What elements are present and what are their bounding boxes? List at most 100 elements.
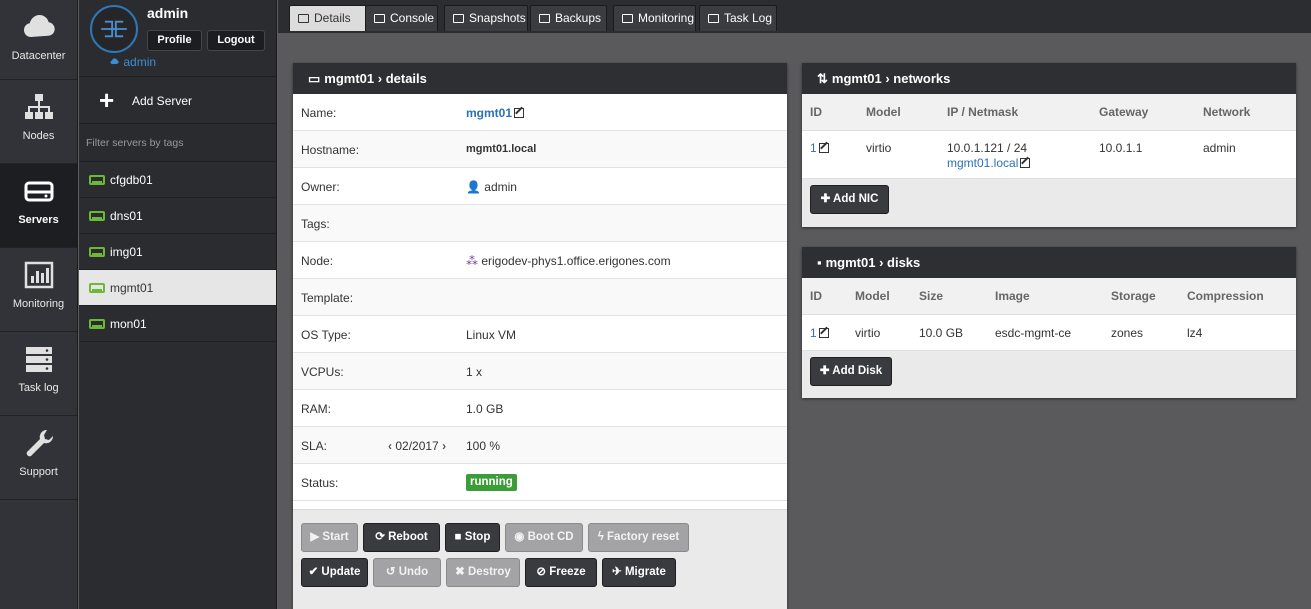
server-icon — [24, 181, 54, 202]
refresh-icon: ⟳ — [375, 531, 385, 543]
server-list-item[interactable]: mgmt01 — [79, 270, 276, 306]
tab-monitoring[interactable]: Monitoring — [613, 5, 696, 31]
tab-details[interactable]: Details — [289, 5, 367, 31]
disc-icon: ◉ — [514, 531, 525, 543]
detail-value: 1.0 GB — [466, 402, 504, 416]
server-list-item[interactable]: mon01 — [79, 306, 276, 342]
detail-row-sla: SLA: ‹ 02/2017 › 100 % — [293, 427, 787, 464]
close-icon: ✖ — [455, 566, 465, 578]
nodes-icon: ⁂ — [466, 254, 478, 268]
edit-icon[interactable] — [514, 108, 525, 118]
tab-task-log[interactable]: Task Log — [699, 5, 777, 31]
main-area: Details Console Snapshots Backups Monito… — [278, 0, 1311, 609]
nav-label: Datacenter — [11, 50, 66, 62]
column-header: Model — [855, 289, 890, 303]
datacenter-link[interactable]: admin — [109, 55, 156, 69]
freeze-button[interactable]: ⊘ Freeze — [525, 558, 597, 587]
nav-item-tasklog[interactable]: Task log — [0, 332, 77, 416]
destroy-button[interactable]: ✖ Destroy — [446, 558, 520, 587]
server-icon — [89, 211, 105, 221]
content-area: ▭ mgmt01 › details Name: mgmt01 Hostname:… — [278, 33, 1311, 609]
server-list-item[interactable]: dns01 — [79, 198, 276, 234]
server-icon: ▭ — [308, 71, 321, 86]
sla-period: 02/2017 — [395, 439, 439, 453]
tab-snapshots[interactable]: Snapshots — [444, 5, 528, 31]
user-profile: admin Profile Logout admin — [79, 0, 276, 77]
tab-label: Console — [390, 11, 435, 25]
ban-icon: ⊘ — [536, 566, 546, 578]
detail-row-node: Node: ⁂ erigodev-phys1.office.erigones.c… — [293, 242, 787, 279]
networks-table-header: ID Model IP / Netmask Gateway Network — [802, 94, 1296, 131]
server-list-item[interactable]: cfgdb01 — [79, 162, 276, 198]
disk-id-link[interactable]: 1 — [810, 326, 829, 340]
undo-icon: ↺ — [385, 566, 396, 578]
start-button[interactable]: ▶ Start — [301, 523, 358, 552]
undo-button[interactable]: ↺ Undo — [373, 558, 441, 587]
detail-value: mgmt01.local — [466, 143, 537, 155]
detail-key: Hostname: — [301, 143, 360, 157]
networks-header: ⇅ mgmt01 › networks — [802, 63, 1296, 94]
edit-icon[interactable] — [818, 143, 829, 153]
sla-period-nav: ‹ 02/2017 › — [388, 439, 446, 453]
tab-label: Details — [314, 11, 351, 25]
logout-button[interactable]: Logout — [207, 30, 265, 51]
disk-size: 10.0 GB — [919, 326, 964, 340]
button-label: Add Disk — [832, 365, 883, 377]
detail-row-tags: Tags: — [293, 205, 787, 242]
update-button[interactable]: ✔ Update — [301, 558, 368, 587]
migrate-button[interactable]: ✈ Migrate — [602, 558, 676, 587]
button-label: Stop — [464, 531, 491, 543]
detail-value: 1 x — [466, 365, 483, 379]
nav-item-nodes[interactable]: Nodes — [0, 80, 77, 164]
column-header: Image — [995, 289, 1030, 303]
column-header: Gateway — [1099, 105, 1149, 119]
disk-compression: lz4 — [1187, 326, 1203, 340]
add-server-button[interactable]: + Add Server — [79, 77, 276, 124]
nav-item-datacenter[interactable]: Datacenter — [0, 0, 77, 80]
button-label: Start — [322, 531, 349, 543]
column-header: Model — [866, 105, 901, 119]
networks-panel: ⇅ mgmt01 › networks ID Model IP / Netmask… — [802, 63, 1296, 227]
detail-row-template: Template: — [293, 279, 787, 316]
tab-label: Monitoring — [638, 11, 695, 25]
server-name: mon01 — [110, 317, 147, 331]
add-server-label: Add Server — [132, 94, 193, 108]
nav-label: Servers — [18, 214, 59, 226]
check-icon: ✔ — [308, 566, 319, 578]
nav-item-support[interactable]: Support — [0, 416, 77, 500]
detail-value-link[interactable]: mgmt01 — [466, 106, 525, 120]
reboot-button[interactable]: ⟳ Reboot — [363, 523, 440, 552]
edit-icon[interactable] — [818, 328, 829, 338]
server-list-item[interactable]: img01 — [79, 234, 276, 270]
column-header: IP / Netmask — [947, 105, 1019, 119]
filter-input[interactable] — [79, 124, 276, 162]
button-label: Add NIC — [833, 193, 879, 205]
nav-item-servers[interactable]: Servers — [0, 164, 77, 248]
disks-panel: ▪ mgmt01 › disks ID Model Size Image Stor… — [802, 247, 1296, 398]
avatar — [90, 5, 138, 53]
status-wrap: running — [466, 474, 517, 491]
cloud-icon — [24, 15, 55, 37]
tab-backups[interactable]: Backups — [530, 5, 607, 31]
details-header: ▭ mgmt01 › details — [293, 63, 787, 94]
boot-cd-button[interactable]: ◉ Boot CD — [505, 523, 583, 552]
add-nic-button[interactable]: ✚ Add NIC — [810, 185, 889, 214]
nav-item-monitoring[interactable]: Monitoring — [0, 248, 77, 332]
factory-reset-button[interactable]: ϟ Factory reset — [588, 523, 689, 552]
detail-row-owner: Owner: 👤 admin — [293, 168, 787, 205]
stop-icon: ■ — [454, 531, 462, 543]
tab-console[interactable]: Console — [365, 5, 438, 31]
nic-dns-link[interactable]: mgmt01.local — [947, 156, 1031, 170]
chevron-left-icon[interactable]: ‹ — [388, 439, 392, 453]
chevron-right-icon[interactable]: › — [442, 439, 446, 453]
server-icon — [89, 175, 105, 185]
plus-icon: ✚ — [820, 193, 831, 205]
add-disk-button[interactable]: ✚ Add Disk — [810, 357, 892, 386]
stop-button[interactable]: ■ Stop — [445, 523, 500, 552]
profile-button[interactable]: Profile — [147, 30, 202, 51]
button-label: Undo — [398, 566, 429, 578]
nav-label: Support — [19, 466, 58, 478]
nic-id-link[interactable]: 1 — [810, 141, 829, 155]
edit-icon[interactable] — [1020, 158, 1031, 168]
server-name: cfgdb01 — [110, 173, 153, 187]
